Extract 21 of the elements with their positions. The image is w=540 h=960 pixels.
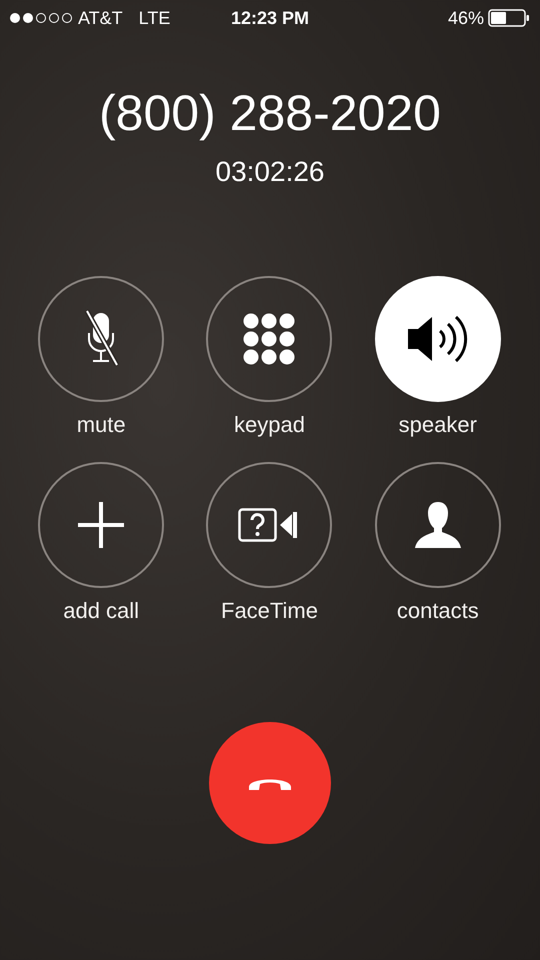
button-label: mute xyxy=(76,414,126,436)
plus-icon xyxy=(78,502,124,548)
network-type: LTE xyxy=(138,6,170,30)
button-label: add call xyxy=(63,600,140,622)
clock-time: 12:23 PM xyxy=(230,6,310,30)
keypad-icon xyxy=(243,313,296,365)
add-button[interactable] xyxy=(38,462,164,588)
facetime-button[interactable] xyxy=(206,462,332,588)
button-label: FaceTime xyxy=(221,600,318,622)
button-label: contacts xyxy=(396,600,479,622)
contacts-button[interactable] xyxy=(374,462,501,588)
call-duration: 03:02:26 xyxy=(216,158,324,186)
keypad-button[interactable] xyxy=(206,276,332,402)
battery-icon xyxy=(488,9,530,27)
phone-number: (800) 288-2020 xyxy=(99,88,441,138)
person-silhouette-icon xyxy=(414,502,461,548)
carrier-name: AT&T xyxy=(78,6,123,30)
battery-percent: 46% xyxy=(448,6,484,30)
button-label: keypad xyxy=(234,414,305,436)
button-label: speaker xyxy=(398,414,477,436)
mute-button[interactable] xyxy=(38,276,164,402)
